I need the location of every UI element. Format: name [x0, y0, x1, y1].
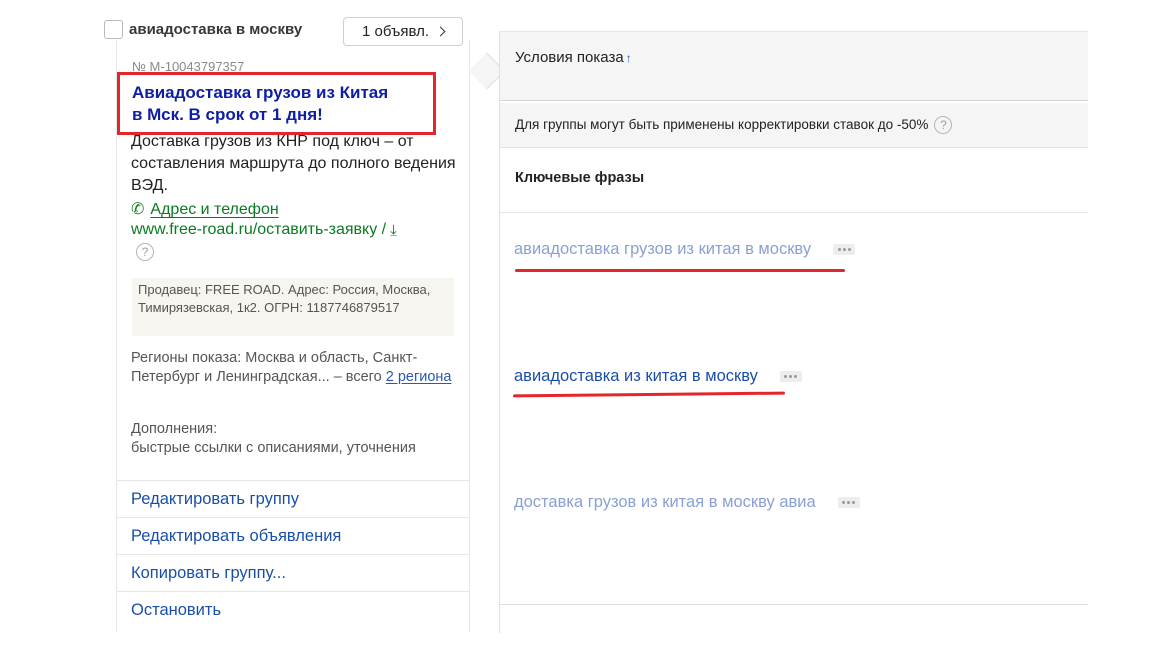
seller-info: Продавец: FREE ROAD. Адрес: Россия, Моск… — [132, 278, 454, 336]
keyword-text[interactable]: авиадоставка из китая в москву — [514, 367, 758, 386]
extras-label: Дополнения: — [131, 421, 218, 437]
ad-title-line1: Авиадоставка грузов из Китая — [132, 83, 389, 102]
ad-text: Доставка грузов из КНР под ключ – от сос… — [131, 133, 456, 194]
group-checkbox[interactable] — [104, 20, 123, 39]
chevron-right-icon — [435, 26, 446, 37]
group-name: авиадоставка в москву — [129, 21, 303, 38]
stop-group-link[interactable]: Остановить — [117, 591, 469, 628]
divider — [500, 212, 1088, 213]
divider — [500, 604, 1088, 605]
ad-preview-card: № М-10043797357 Авиадоставка грузов из К… — [116, 40, 470, 632]
keywords-header: Ключевые фразы — [515, 170, 645, 186]
keyword-row: доставка грузов из китая в москву авиа — [514, 493, 860, 512]
extras-info: Дополнения: быстрые ссылки с описаниями,… — [131, 420, 465, 458]
conditions-panel: Условия показа ↑ Для группы могут быть пр… — [499, 31, 1088, 633]
copy-group-link[interactable]: Копировать группу... — [117, 554, 469, 591]
keyword-text[interactable]: доставка грузов из китая в москву авиа — [514, 493, 816, 512]
edit-group-link[interactable]: Редактировать группу — [117, 480, 469, 517]
display-url-text: www.free-road.ru/оставить-заявку / — [131, 221, 387, 238]
regions-info: Регионы показа: Москва и область, Санкт-… — [131, 349, 465, 387]
conditions-header[interactable]: Условия показа ↑ — [500, 31, 1088, 101]
edit-ads-link[interactable]: Редактировать объявления — [117, 517, 469, 554]
ad-title-line2: в Мск. В срок от 1 дня! — [132, 105, 323, 124]
more-options-icon[interactable] — [833, 244, 856, 255]
download-icon: ⤓ — [390, 221, 397, 239]
keyword-text[interactable]: авиадоставка грузов из китая в москву — [514, 240, 811, 259]
ads-count-label: 1 объявл. — [362, 23, 429, 40]
regions-link[interactable]: 2 региона — [386, 369, 452, 385]
contacts-link[interactable]: Адрес и телефон — [150, 201, 278, 219]
regions-prefix: Регионы показа: Москва и область, Санкт-… — [131, 350, 418, 385]
keyword-row: авиадоставка из китая в москву — [514, 367, 802, 386]
more-options-icon[interactable] — [837, 497, 860, 508]
red-underline-mark — [512, 391, 786, 398]
bid-adjustment-note: Для группы могут быть применены корректи… — [500, 103, 1088, 148]
help-icon[interactable]: ? — [136, 243, 154, 261]
conditions-label: Условия показа — [515, 49, 624, 66]
extras-value: быстрые ссылки с описаниями, уточнения — [131, 440, 416, 456]
keyword-row: авиадоставка грузов из китая в москву — [514, 240, 856, 259]
bid-note-text: Для группы могут быть применены корректи… — [515, 117, 929, 132]
display-url[interactable]: www.free-road.ru/оставить-заявку / ⤓ — [131, 221, 397, 239]
phone-icon: ✆ — [131, 201, 145, 218]
help-icon[interactable]: ? — [934, 116, 953, 134]
sort-arrow-icon: ↑ — [625, 51, 632, 65]
contacts-row: ✆ Адрес и телефон — [131, 201, 279, 219]
more-options-icon[interactable] — [779, 371, 802, 382]
group-actions: Редактировать группу Редактировать объяв… — [117, 480, 469, 628]
ad-title-highlight: Авиадоставка грузов из Китая в Мск. В ср… — [117, 72, 436, 135]
red-underline-mark — [515, 269, 845, 272]
